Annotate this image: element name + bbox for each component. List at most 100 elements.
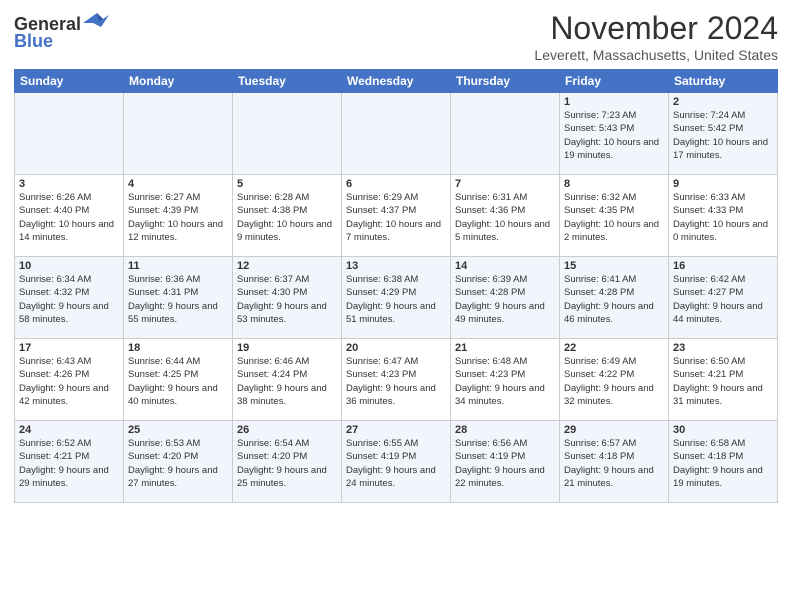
day-info: Sunrise: 6:33 AM Sunset: 4:33 PM Dayligh… bbox=[673, 191, 773, 244]
day-number: 29 bbox=[564, 424, 664, 436]
day-info: Sunrise: 6:48 AM Sunset: 4:23 PM Dayligh… bbox=[455, 355, 555, 408]
day-info: Sunrise: 6:57 AM Sunset: 4:18 PM Dayligh… bbox=[564, 437, 664, 490]
day-info: Sunrise: 6:43 AM Sunset: 4:26 PM Dayligh… bbox=[19, 355, 119, 408]
day-info: Sunrise: 6:31 AM Sunset: 4:36 PM Dayligh… bbox=[455, 191, 555, 244]
day-info: Sunrise: 6:52 AM Sunset: 4:21 PM Dayligh… bbox=[19, 437, 119, 490]
col-wednesday: Wednesday bbox=[342, 70, 451, 93]
day-number: 20 bbox=[346, 342, 446, 354]
calendar-cell bbox=[15, 93, 124, 175]
day-number: 11 bbox=[128, 260, 228, 272]
calendar-cell bbox=[124, 93, 233, 175]
day-number: 16 bbox=[673, 260, 773, 272]
col-saturday: Saturday bbox=[669, 70, 778, 93]
calendar-cell: 11Sunrise: 6:36 AM Sunset: 4:31 PM Dayli… bbox=[124, 257, 233, 339]
calendar-table: Sunday Monday Tuesday Wednesday Thursday… bbox=[14, 69, 778, 503]
col-tuesday: Tuesday bbox=[233, 70, 342, 93]
day-number: 17 bbox=[19, 342, 119, 354]
calendar-cell: 29Sunrise: 6:57 AM Sunset: 4:18 PM Dayli… bbox=[560, 421, 669, 503]
day-number: 30 bbox=[673, 424, 773, 436]
day-number: 21 bbox=[455, 342, 555, 354]
day-number: 12 bbox=[237, 260, 337, 272]
calendar-cell: 9Sunrise: 6:33 AM Sunset: 4:33 PM Daylig… bbox=[669, 175, 778, 257]
day-info: Sunrise: 6:55 AM Sunset: 4:19 PM Dayligh… bbox=[346, 437, 446, 490]
col-sunday: Sunday bbox=[15, 70, 124, 93]
location: Leverett, Massachusetts, United States bbox=[534, 47, 778, 63]
day-number: 15 bbox=[564, 260, 664, 272]
calendar-cell: 17Sunrise: 6:43 AM Sunset: 4:26 PM Dayli… bbox=[15, 339, 124, 421]
calendar-cell: 10Sunrise: 6:34 AM Sunset: 4:32 PM Dayli… bbox=[15, 257, 124, 339]
day-number: 24 bbox=[19, 424, 119, 436]
calendar-cell: 2Sunrise: 7:24 AM Sunset: 5:42 PM Daylig… bbox=[669, 93, 778, 175]
col-friday: Friday bbox=[560, 70, 669, 93]
day-info: Sunrise: 6:49 AM Sunset: 4:22 PM Dayligh… bbox=[564, 355, 664, 408]
week-row-5: 24Sunrise: 6:52 AM Sunset: 4:21 PM Dayli… bbox=[15, 421, 778, 503]
calendar-cell: 20Sunrise: 6:47 AM Sunset: 4:23 PM Dayli… bbox=[342, 339, 451, 421]
calendar-cell: 3Sunrise: 6:26 AM Sunset: 4:40 PM Daylig… bbox=[15, 175, 124, 257]
calendar-cell: 21Sunrise: 6:48 AM Sunset: 4:23 PM Dayli… bbox=[451, 339, 560, 421]
month-title: November 2024 bbox=[534, 10, 778, 47]
calendar-cell: 18Sunrise: 6:44 AM Sunset: 4:25 PM Dayli… bbox=[124, 339, 233, 421]
day-number: 26 bbox=[237, 424, 337, 436]
calendar-cell: 12Sunrise: 6:37 AM Sunset: 4:30 PM Dayli… bbox=[233, 257, 342, 339]
day-info: Sunrise: 6:42 AM Sunset: 4:27 PM Dayligh… bbox=[673, 273, 773, 326]
calendar-cell bbox=[451, 93, 560, 175]
calendar-cell: 26Sunrise: 6:54 AM Sunset: 4:20 PM Dayli… bbox=[233, 421, 342, 503]
day-number: 9 bbox=[673, 178, 773, 190]
calendar-cell bbox=[342, 93, 451, 175]
calendar-cell: 28Sunrise: 6:56 AM Sunset: 4:19 PM Dayli… bbox=[451, 421, 560, 503]
day-number: 4 bbox=[128, 178, 228, 190]
day-number: 2 bbox=[673, 96, 773, 108]
day-number: 6 bbox=[346, 178, 446, 190]
calendar-cell: 30Sunrise: 6:58 AM Sunset: 4:18 PM Dayli… bbox=[669, 421, 778, 503]
day-info: Sunrise: 6:27 AM Sunset: 4:39 PM Dayligh… bbox=[128, 191, 228, 244]
calendar-cell: 1Sunrise: 7:23 AM Sunset: 5:43 PM Daylig… bbox=[560, 93, 669, 175]
day-info: Sunrise: 6:28 AM Sunset: 4:38 PM Dayligh… bbox=[237, 191, 337, 244]
calendar-cell: 27Sunrise: 6:55 AM Sunset: 4:19 PM Dayli… bbox=[342, 421, 451, 503]
day-number: 7 bbox=[455, 178, 555, 190]
calendar-cell: 6Sunrise: 6:29 AM Sunset: 4:37 PM Daylig… bbox=[342, 175, 451, 257]
day-info: Sunrise: 6:56 AM Sunset: 4:19 PM Dayligh… bbox=[455, 437, 555, 490]
day-info: Sunrise: 6:53 AM Sunset: 4:20 PM Dayligh… bbox=[128, 437, 228, 490]
week-row-3: 10Sunrise: 6:34 AM Sunset: 4:32 PM Dayli… bbox=[15, 257, 778, 339]
calendar-cell: 4Sunrise: 6:27 AM Sunset: 4:39 PM Daylig… bbox=[124, 175, 233, 257]
week-row-2: 3Sunrise: 6:26 AM Sunset: 4:40 PM Daylig… bbox=[15, 175, 778, 257]
day-number: 5 bbox=[237, 178, 337, 190]
day-number: 13 bbox=[346, 260, 446, 272]
calendar-cell: 14Sunrise: 6:39 AM Sunset: 4:28 PM Dayli… bbox=[451, 257, 560, 339]
day-number: 25 bbox=[128, 424, 228, 436]
day-info: Sunrise: 6:41 AM Sunset: 4:28 PM Dayligh… bbox=[564, 273, 664, 326]
calendar-container: General Blue November 2024 Leverett, Mas… bbox=[0, 0, 792, 509]
day-number: 19 bbox=[237, 342, 337, 354]
calendar-cell: 15Sunrise: 6:41 AM Sunset: 4:28 PM Dayli… bbox=[560, 257, 669, 339]
day-number: 3 bbox=[19, 178, 119, 190]
col-thursday: Thursday bbox=[451, 70, 560, 93]
day-info: Sunrise: 6:37 AM Sunset: 4:30 PM Dayligh… bbox=[237, 273, 337, 326]
calendar-cell: 25Sunrise: 6:53 AM Sunset: 4:20 PM Dayli… bbox=[124, 421, 233, 503]
day-info: Sunrise: 6:58 AM Sunset: 4:18 PM Dayligh… bbox=[673, 437, 773, 490]
day-info: Sunrise: 6:47 AM Sunset: 4:23 PM Dayligh… bbox=[346, 355, 446, 408]
day-number: 8 bbox=[564, 178, 664, 190]
day-info: Sunrise: 6:36 AM Sunset: 4:31 PM Dayligh… bbox=[128, 273, 228, 326]
header: General Blue November 2024 Leverett, Mas… bbox=[14, 10, 778, 63]
day-number: 10 bbox=[19, 260, 119, 272]
calendar-cell: 24Sunrise: 6:52 AM Sunset: 4:21 PM Dayli… bbox=[15, 421, 124, 503]
calendar-cell bbox=[233, 93, 342, 175]
day-info: Sunrise: 6:44 AM Sunset: 4:25 PM Dayligh… bbox=[128, 355, 228, 408]
calendar-cell: 23Sunrise: 6:50 AM Sunset: 4:21 PM Dayli… bbox=[669, 339, 778, 421]
week-row-1: 1Sunrise: 7:23 AM Sunset: 5:43 PM Daylig… bbox=[15, 93, 778, 175]
day-info: Sunrise: 6:54 AM Sunset: 4:20 PM Dayligh… bbox=[237, 437, 337, 490]
day-info: Sunrise: 6:26 AM Sunset: 4:40 PM Dayligh… bbox=[19, 191, 119, 244]
week-row-4: 17Sunrise: 6:43 AM Sunset: 4:26 PM Dayli… bbox=[15, 339, 778, 421]
day-info: Sunrise: 7:23 AM Sunset: 5:43 PM Dayligh… bbox=[564, 109, 664, 162]
day-info: Sunrise: 6:38 AM Sunset: 4:29 PM Dayligh… bbox=[346, 273, 446, 326]
day-info: Sunrise: 6:46 AM Sunset: 4:24 PM Dayligh… bbox=[237, 355, 337, 408]
calendar-cell: 5Sunrise: 6:28 AM Sunset: 4:38 PM Daylig… bbox=[233, 175, 342, 257]
day-info: Sunrise: 6:39 AM Sunset: 4:28 PM Dayligh… bbox=[455, 273, 555, 326]
day-number: 1 bbox=[564, 96, 664, 108]
calendar-cell: 16Sunrise: 6:42 AM Sunset: 4:27 PM Dayli… bbox=[669, 257, 778, 339]
calendar-cell: 8Sunrise: 6:32 AM Sunset: 4:35 PM Daylig… bbox=[560, 175, 669, 257]
calendar-cell: 7Sunrise: 6:31 AM Sunset: 4:36 PM Daylig… bbox=[451, 175, 560, 257]
col-monday: Monday bbox=[124, 70, 233, 93]
day-number: 28 bbox=[455, 424, 555, 436]
calendar-cell: 19Sunrise: 6:46 AM Sunset: 4:24 PM Dayli… bbox=[233, 339, 342, 421]
